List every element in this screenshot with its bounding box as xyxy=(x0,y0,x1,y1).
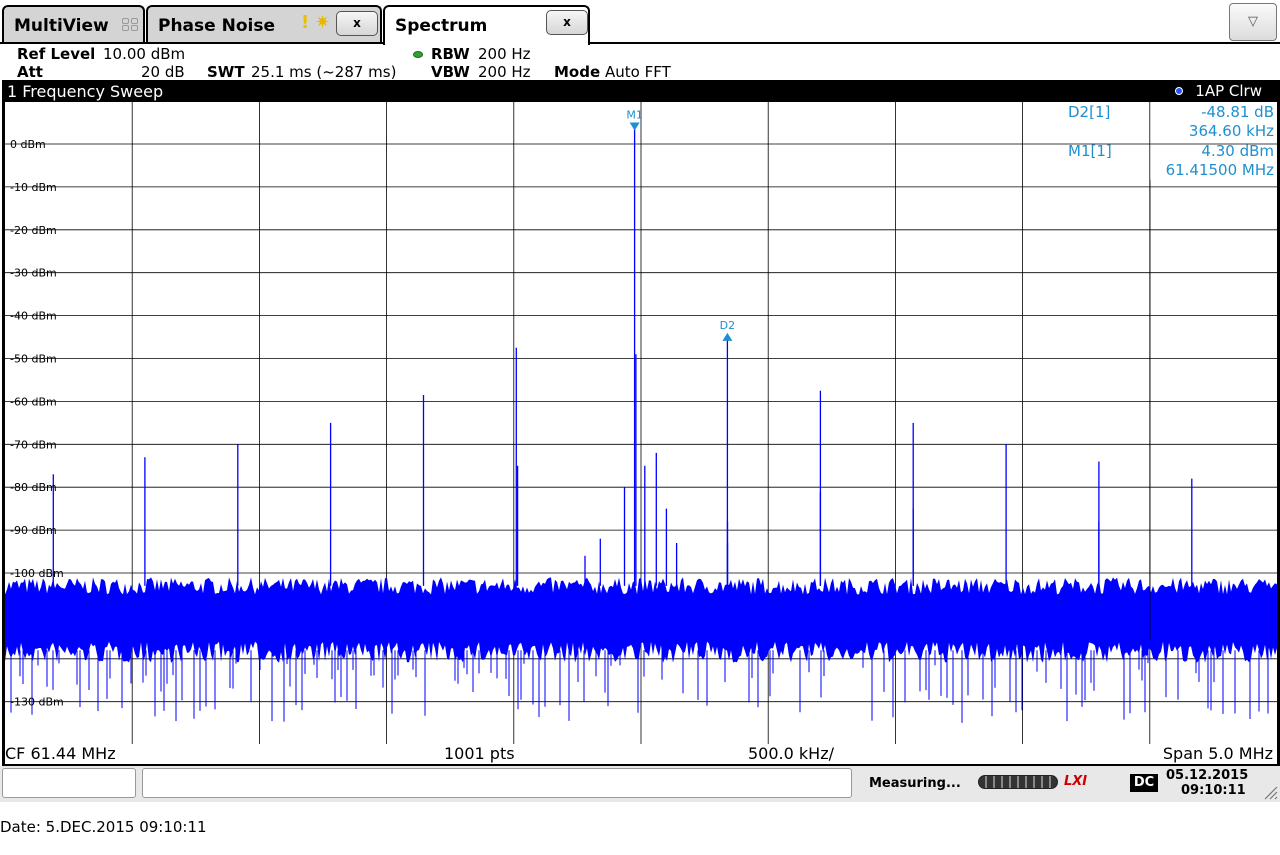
progress-bar xyxy=(978,775,1058,789)
y-tick-label: 0 dBm xyxy=(10,138,46,151)
y-tick-label: -70 dBm xyxy=(10,438,57,451)
swt-label: SWT xyxy=(207,63,245,81)
ref-level-value: 10.00 dBm xyxy=(103,45,186,63)
mode-value: Auto FFT xyxy=(605,63,671,81)
tab-multiview-label: MultiView xyxy=(14,16,109,36)
y-tick-label: -40 dBm xyxy=(10,310,57,323)
tab-spectrum-label: Spectrum xyxy=(395,16,488,36)
marker-table-level: 4.30 dBm xyxy=(1201,142,1274,160)
date-line: Date: 5.DEC.2015 09:10:11 xyxy=(0,818,207,836)
plot-footer: CF 61.44 MHz 1001 pts 500.0 kHz/ Span 5.… xyxy=(5,744,1277,764)
dc-badge: DC xyxy=(1130,774,1158,792)
mode-label: Mode xyxy=(554,63,601,81)
ref-level-label: Ref Level xyxy=(17,45,96,63)
chevron-down-icon[interactable]: ▽ xyxy=(1229,3,1277,41)
marker-table-level: -48.81 dB xyxy=(1201,103,1274,121)
footer-pts: 1001 pts xyxy=(444,744,515,763)
marker-table-name: D2[1] xyxy=(1068,103,1110,121)
y-tick-label: -10 dBm xyxy=(10,181,57,194)
marker-table-freq: 61.41500 MHz xyxy=(1166,161,1275,179)
att-label: Att xyxy=(17,63,43,81)
y-tick-label: -80 dBm xyxy=(10,481,57,494)
tab-spectrum[interactable]: Spectrum x xyxy=(383,5,590,45)
y-tick-label: -100 dBm xyxy=(10,567,64,580)
att-value: 20 dB xyxy=(141,63,185,81)
vbw-value: 200 Hz xyxy=(478,63,531,81)
rbw-value: 200 Hz xyxy=(478,45,531,63)
settings-header: Ref Level 10.00 dBm Att 20 dB SWT 25.1 m… xyxy=(0,44,1280,82)
frequency-sweep-window: 1 Frequency Sweep 1AP Clrw 0 dBm -10 dBm -… xyxy=(2,80,1280,766)
footer-cf: CF 61.44 MHz xyxy=(5,744,116,763)
spectrum-plot[interactable]: 0 dBm -10 dBm -20 dBm -30 dBm -40 dBm -50 dBm… xyxy=(2,80,1280,744)
star-icon: ✷ xyxy=(315,12,331,33)
close-spectrum-button[interactable]: x xyxy=(546,10,588,35)
marker-table-name: M1[1] xyxy=(1068,142,1112,160)
tab-multiview[interactable]: MultiView xyxy=(2,5,145,44)
y-tick-label: -90 dBm xyxy=(10,524,57,537)
close-phase-noise-button[interactable]: x xyxy=(336,11,378,36)
footer-div: 500.0 kHz/ xyxy=(748,744,834,763)
marker-d2-label: D2 xyxy=(720,319,735,332)
y-tick-label: -30 dBm xyxy=(10,267,57,280)
rbw-label: RBW xyxy=(431,45,470,63)
y-tick-label: -20 dBm xyxy=(10,224,57,237)
message-box-left xyxy=(2,768,136,798)
status-bar: Measuring... LXI DC 05.12.2015 09:10:11 xyxy=(0,766,1280,802)
rbw-indicator-icon xyxy=(413,51,423,58)
tab-bar: MultiView Phase Noise ! ✷ x Spectrum x ▽ xyxy=(0,0,1280,45)
multiview-grid-icon xyxy=(122,18,139,32)
marker-table-freq: 364.60 kHz xyxy=(1189,122,1274,140)
y-tick-label: -60 dBm xyxy=(10,395,57,408)
resize-grip-icon[interactable] xyxy=(1262,784,1278,800)
lxi-logo-icon: LXI xyxy=(1064,774,1088,789)
warning-icon: ! xyxy=(301,12,310,33)
status-time: 09:10:11 xyxy=(1181,783,1246,798)
measuring-status: Measuring... xyxy=(869,776,961,791)
message-box-main xyxy=(142,768,852,798)
swt-value: 25.1 ms (~287 ms) xyxy=(251,63,397,81)
vbw-label: VBW xyxy=(431,63,470,81)
y-tick-label: -130 dBm xyxy=(10,696,64,709)
y-tick-label: -50 dBm xyxy=(10,353,57,366)
status-date: 05.12.2015 xyxy=(1166,768,1249,783)
footer-span: Span 5.0 MHz xyxy=(1162,744,1273,763)
tab-phase-noise-label: Phase Noise xyxy=(158,16,275,36)
marker-m1-label: M1 xyxy=(626,109,643,122)
tab-phase-noise[interactable]: Phase Noise ! ✷ x xyxy=(146,5,382,44)
